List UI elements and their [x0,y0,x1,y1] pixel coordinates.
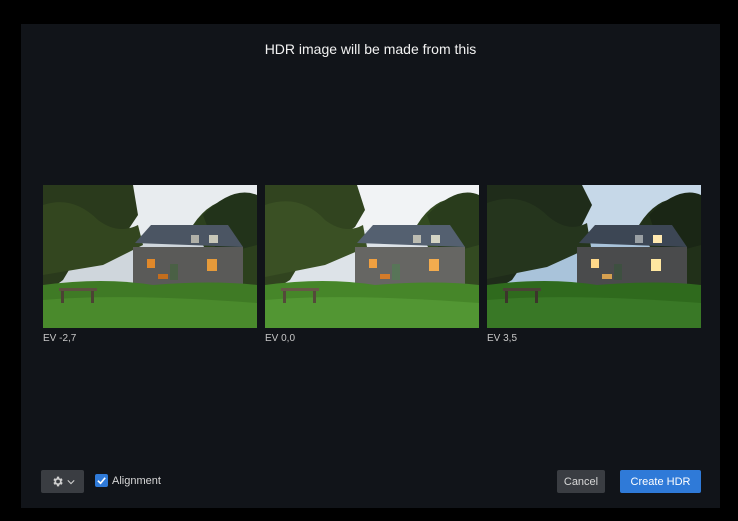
ev-label-1: EV -2,7 [43,333,77,344]
cottage-photo-bright [487,185,701,328]
create-hdr-button[interactable]: Create HDR [620,470,701,493]
checkmark-icon [97,477,106,485]
gear-icon [52,476,63,487]
cottage-photo-dark [43,185,257,328]
hdr-dialog: HDR image will be made from this EV -2,7 [21,24,720,508]
alignment-toggle[interactable]: Alignment [95,474,161,487]
settings-menu-button[interactable] [41,470,84,493]
chevron-down-icon [66,479,75,484]
ev-label-3: EV 3,5 [487,333,518,344]
bracket-image-1[interactable] [43,185,257,328]
cottage-photo-normal [265,185,479,328]
cancel-button[interactable]: Cancel [557,470,605,493]
alignment-checkbox[interactable] [95,474,108,487]
alignment-label: Alignment [112,474,161,487]
bracket-image-3[interactable] [487,185,701,328]
ev-label-2: EV 0,0 [265,333,296,344]
bracket-image-2[interactable] [265,185,479,328]
dialog-title: HDR image will be made from this [264,41,477,57]
